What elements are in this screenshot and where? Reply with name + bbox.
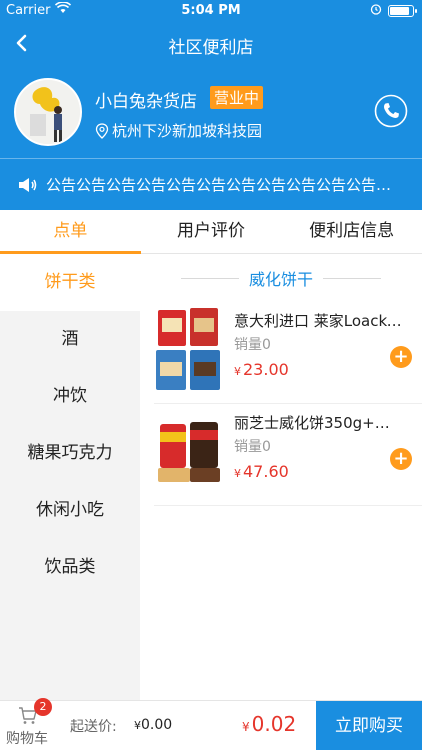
cart-label: 购物车: [6, 731, 48, 747]
currency-symbol: ¥: [234, 467, 241, 480]
store-avatar: [14, 78, 82, 146]
currency-symbol: ¥: [234, 365, 241, 378]
section-header: 威化饼干: [140, 254, 422, 302]
category-sidebar: 饼干类 酒 冲饮 糖果巧克力 休闲小吃 饮品类: [0, 254, 140, 700]
total-amount: 0.02: [251, 712, 297, 736]
category-alcohol[interactable]: 酒: [0, 311, 140, 368]
tab-reviews[interactable]: 用户评价: [141, 210, 282, 253]
min-order-amount: 0.00: [141, 717, 173, 733]
product-item[interactable]: 意大利进口 莱家Loacker威化饼干 销量0 ¥23.00 +: [154, 302, 422, 404]
divider: [180, 277, 239, 279]
cart-button[interactable]: 2 购物车: [4, 698, 54, 750]
currency-symbol: ¥: [242, 720, 250, 734]
tab-bar: 点单 用户评价 便利店信息: [0, 210, 422, 254]
page-title: 社区便利店: [168, 38, 254, 58]
store-name: 小白兔杂货店: [95, 92, 197, 112]
status-bar: Carrier 5:04 PM: [0, 0, 422, 22]
category-snacks[interactable]: 休闲小吃: [0, 482, 140, 539]
store-info: 小白兔杂货店 营业中 杭州下沙新加坡科技园: [0, 72, 422, 158]
store-header: Carrier 5:04 PM 社区便利店 小白兔杂货店 营业中 杭州下沙新加坡…: [0, 0, 422, 210]
announcement-text: 公告公告公告公告公告公告公告公告公告公告公告公告: [46, 176, 401, 194]
product-price: ¥23.00: [234, 360, 289, 379]
currency-symbol: ¥: [134, 719, 141, 732]
divider: [323, 277, 381, 279]
phone-icon[interactable]: [374, 94, 408, 128]
category-biscuits[interactable]: 饼干类: [0, 254, 140, 311]
speaker-icon: [16, 174, 38, 196]
product-image: [154, 406, 224, 498]
product-list: 威化饼干 意大利进口 莱家Loacker威化饼干 销量0 ¥23.00 +: [140, 254, 422, 700]
price-value: 47.60: [243, 462, 289, 481]
product-item[interactable]: 丽芝士威化饼350g+纳宝帝 销量0 ¥47.60 +: [154, 404, 422, 506]
min-order-value: ¥0.00: [134, 717, 172, 733]
store-status-badge: 营业中: [210, 86, 264, 109]
product-sales: 销量0: [234, 439, 271, 455]
category-candy-chocolate[interactable]: 糖果巧克力: [0, 425, 140, 482]
alarm-icon: [370, 3, 382, 18]
cart-total: ¥0.02: [242, 712, 296, 736]
nav-bar: 社区便利店: [0, 22, 422, 66]
cart-count-badge: 2: [34, 698, 52, 716]
tab-store-info[interactable]: 便利店信息: [281, 210, 422, 253]
battery-fill: [390, 7, 409, 15]
location-text: 杭州下沙新加坡科技园: [112, 122, 263, 140]
category-beverages[interactable]: 饮品类: [0, 539, 140, 596]
add-to-cart-button[interactable]: +: [390, 346, 412, 368]
battery-icon: [388, 5, 417, 17]
store-location: 杭州下沙新加坡科技园: [95, 120, 262, 141]
product-name: 丽芝士威化饼350g+纳宝帝: [234, 414, 404, 432]
location-pin-icon: [95, 122, 109, 139]
add-to-cart-button[interactable]: +: [390, 448, 412, 470]
product-price: ¥47.60: [234, 462, 289, 481]
min-order-label: 起送价:: [70, 719, 117, 735]
tab-order[interactable]: 点单: [0, 210, 141, 254]
announcement-bar[interactable]: 公告公告公告公告公告公告公告公告公告公告公告公告: [0, 158, 422, 210]
product-name: 意大利进口 莱家Loacker威化饼干: [234, 312, 404, 330]
category-drinks-mix[interactable]: 冲饮: [0, 368, 140, 425]
clock: 5:04 PM: [181, 3, 241, 18]
checkout-bar: 2 购物车 起送价: ¥0.00 ¥0.02 立即购买: [0, 698, 422, 750]
product-image: [154, 304, 224, 396]
section-title: 威化饼干: [248, 270, 313, 289]
product-sales: 销量0: [234, 337, 271, 353]
price-value: 23.00: [243, 360, 289, 379]
buy-now-button[interactable]: 立即购买: [316, 701, 422, 750]
